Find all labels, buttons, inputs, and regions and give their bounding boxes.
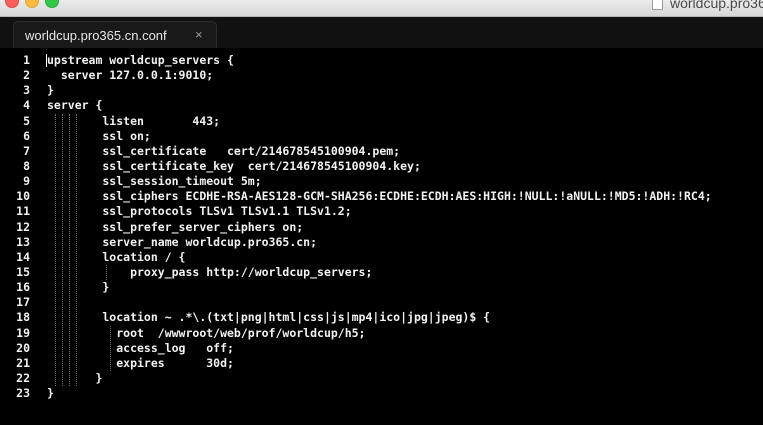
code-line: location ~ .*\.(txt|png|html|css|js|mp4|… — [47, 310, 491, 325]
code-line: ssl_certificate cert/214678545100904.pem… — [47, 143, 401, 158]
line-number: 13 — [16, 234, 30, 249]
code-line: server { — [47, 98, 103, 113]
code-line: upstream worldcup_servers { — [47, 53, 234, 67]
line-number: 17 — [16, 295, 30, 310]
code-line: access_log off; — [47, 340, 234, 355]
code-line: ssl_session_timeout 5m; — [47, 174, 262, 189]
line-number: 4 — [23, 98, 30, 113]
code-editor[interactable]: 1 2 3 4 5 6 7 8 9 10 11 12 13 14 15 16 17 18 19 20 21 22 23 up… — [0, 48, 763, 425]
document-icon — [652, 0, 663, 10]
code-line: } — [47, 83, 54, 98]
line-number: 7 — [23, 143, 30, 158]
line-number: 19 — [16, 325, 30, 340]
line-number-gutter: 1 2 3 4 5 6 7 8 9 10 11 12 13 14 15 16 17 18 19 20 21 22 23 — [0, 53, 30, 401]
code-area[interactable]: upstream worldcup_servers { server 127.0… — [47, 53, 712, 401]
code-line: root /wwwroot/web/prof/worldcup/h5; — [47, 325, 366, 340]
indent-guide — [62, 113, 63, 387]
line-number: 21 — [16, 355, 30, 370]
line-number: 9 — [23, 174, 30, 189]
indent-guide — [55, 113, 56, 387]
indent-guide — [69, 113, 70, 387]
tab-close-icon[interactable]: × — [195, 27, 203, 42]
line-number: 18 — [16, 310, 30, 325]
line-number: 1 — [23, 53, 30, 67]
code-line: ssl on; — [47, 128, 151, 143]
window-titlebar: worldcup.pro36 — [0, 0, 763, 17]
line-number: 15 — [16, 264, 30, 279]
line-number: 6 — [23, 128, 30, 143]
line-number: 20 — [16, 340, 30, 355]
code-line: } — [47, 386, 54, 401]
indent-guide — [110, 325, 111, 372]
line-number: 22 — [16, 370, 30, 385]
indent-guide — [76, 113, 77, 387]
line-number: 10 — [16, 189, 30, 204]
code-line: proxy_pass http://worldcup_servers; — [47, 264, 373, 279]
line-number: 5 — [23, 113, 30, 128]
code-line: } — [47, 280, 110, 295]
code-line: server 127.0.0.1:9010; — [47, 68, 214, 83]
line-number: 3 — [23, 83, 30, 98]
tab-label: worldcup.pro365.cn.conf — [25, 28, 167, 43]
code-line: ssl_ciphers ECDHE-RSA-AES128-GCM-SHA256:… — [47, 189, 712, 204]
indent-guide — [106, 265, 107, 281]
zoom-window-button[interactable] — [45, 0, 59, 8]
window-title: worldcup.pro36 — [670, 0, 763, 11]
line-number: 11 — [16, 204, 30, 219]
tab-worldcup-conf[interactable]: worldcup.pro365.cn.conf × — [13, 21, 217, 49]
code-line: listen 443; — [47, 113, 221, 128]
code-line: location / { — [47, 249, 186, 264]
tab-bar: worldcup.pro365.cn.conf × — [0, 17, 763, 49]
line-number: 16 — [16, 280, 30, 295]
close-window-button[interactable] — [5, 0, 19, 8]
code-line: ssl_prefer_server_ciphers on; — [47, 219, 304, 234]
code-line: server_name worldcup.pro365.cn; — [47, 234, 318, 249]
code-line: ssl_certificate_key cert/214678545100904… — [47, 158, 421, 173]
code-line: } — [47, 370, 103, 385]
code-line: ssl_protocols TLSv1 TLSv1.1 TLSv1.2; — [47, 204, 352, 219]
line-number: 8 — [23, 158, 30, 173]
line-number: 12 — [16, 219, 30, 234]
line-number: 23 — [16, 386, 30, 401]
line-number: 2 — [23, 68, 30, 83]
minimize-window-button[interactable] — [25, 0, 39, 8]
code-line: expires 30d; — [47, 355, 234, 370]
line-number: 14 — [16, 249, 30, 264]
